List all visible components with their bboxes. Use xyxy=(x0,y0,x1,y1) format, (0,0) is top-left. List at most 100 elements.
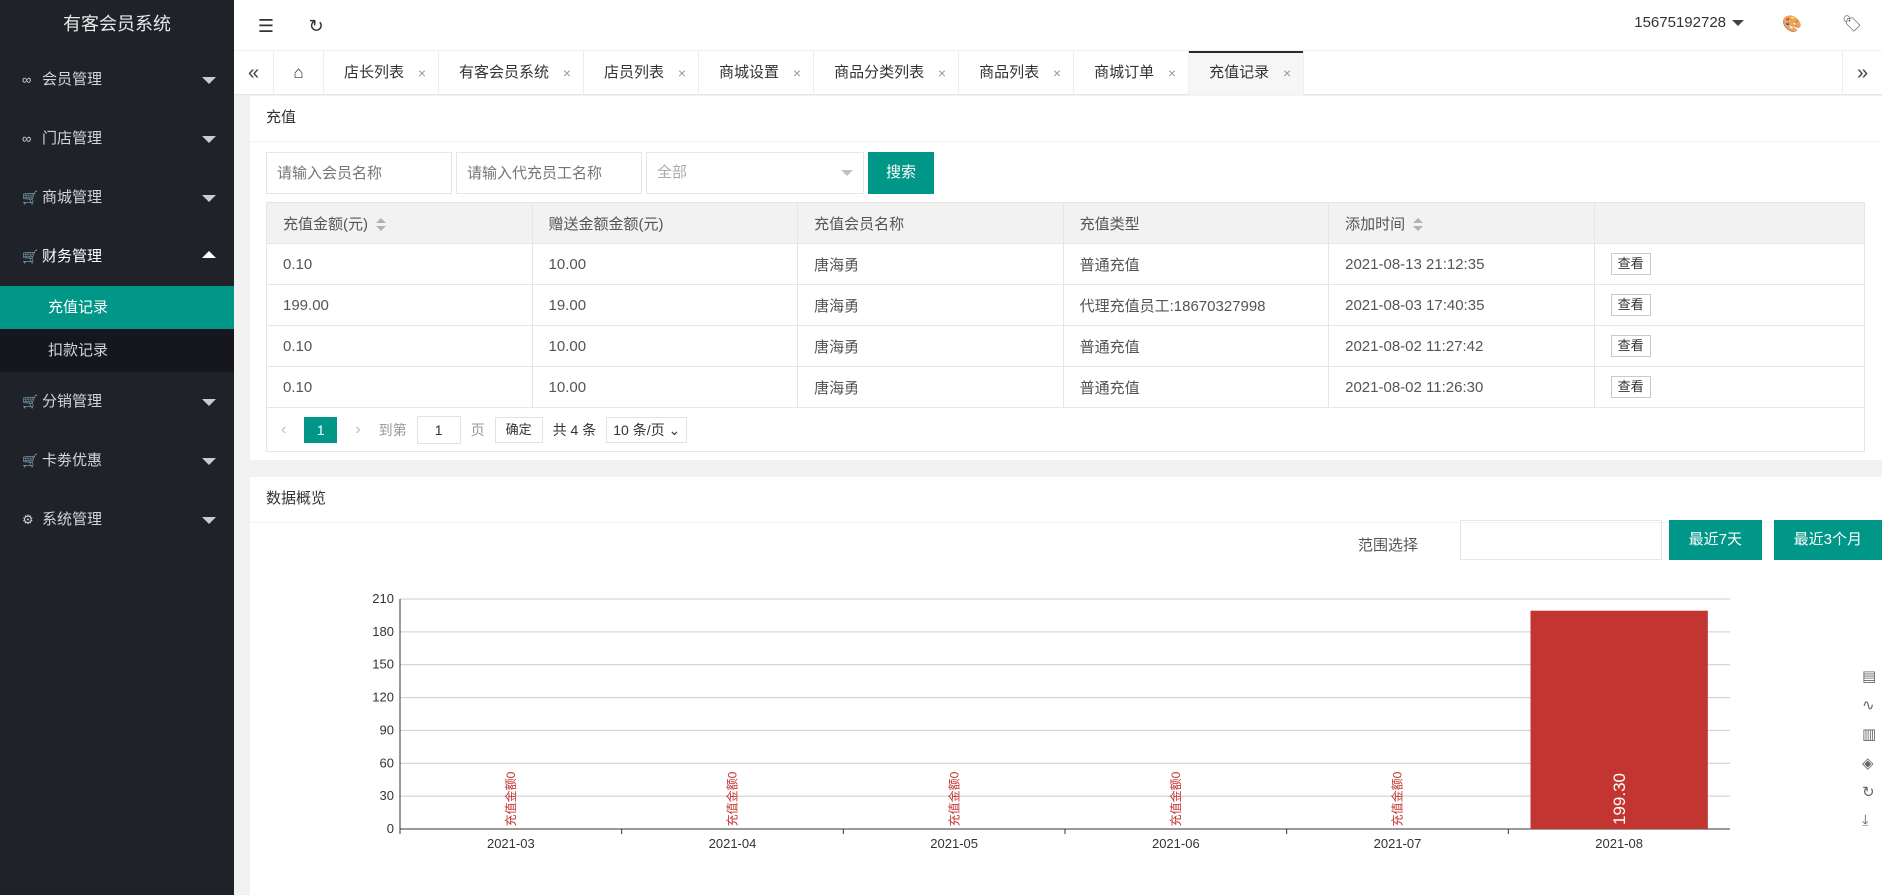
tab-label: 有客会员系统 xyxy=(459,64,550,81)
user-menu[interactable]: 15675192728 xyxy=(1634,14,1744,31)
tab-4[interactable]: 商品分类列表 × xyxy=(814,51,960,95)
sidebar-item-6[interactable]: ⚙ 系统管理 xyxy=(0,490,234,549)
tab-0[interactable]: 店长列表 × xyxy=(324,51,440,95)
sidebar-submenu: 充值记录 扣款记录 xyxy=(0,286,234,372)
tab-2[interactable]: 店员列表 × xyxy=(584,51,700,95)
sidebar-item-1[interactable]: ∞ 门店管理 xyxy=(0,109,234,168)
tab-7[interactable]: 充值记录 × xyxy=(1189,51,1305,95)
goto-confirm-button[interactable]: 确定 xyxy=(494,416,543,443)
chevron-up-icon xyxy=(202,251,216,258)
tab-1[interactable]: 有客会员系统 × xyxy=(439,51,585,95)
page-size-select[interactable]: 10 条/页 ⌄ xyxy=(606,416,688,443)
tabs-scroll-left-icon[interactable]: « xyxy=(234,51,274,95)
bar-data-label: 充值金额0 xyxy=(1168,771,1183,826)
table-row: 0.10 10.00 唐海勇 普通充值 2021-08-02 11:26:30 查看 xyxy=(266,366,1866,408)
recharge-table: 充值金额(元) 赠送金额金额(元) 充值会员名称 充值类型 添加时间 0.10 10.00… xyxy=(266,202,1866,408)
sidebar-subitem-0[interactable]: 充值记录 xyxy=(0,286,234,329)
tab-label: 商品分类列表 xyxy=(834,64,925,81)
chart-toolbox: ▤ ∿ ▥ ◈ ↻ ⤓ xyxy=(1862,667,1882,841)
line-chart-icon[interactable]: ∿ xyxy=(1862,696,1882,725)
column-header-label: 赠送金额金额(元) xyxy=(548,215,664,233)
sort-icon[interactable] xyxy=(376,217,386,232)
last-3-months-button[interactable]: 最近3个月 xyxy=(1773,520,1882,560)
stack-icon[interactable]: ◈ xyxy=(1862,754,1882,783)
close-icon[interactable]: × xyxy=(793,51,801,95)
x-tick-label: 2021-07 xyxy=(1374,836,1422,851)
cart-icon: 🛒 xyxy=(22,190,39,205)
sidebar: 有客会员系统 ∞ 会员管理 ∞ 门店管理 🛒 商城管理 🛒 财务管理 充值记录 扣款记录 🛒 分销管理… xyxy=(0,0,234,895)
recharge-type-select[interactable]: 全部 xyxy=(646,152,864,194)
sidebar-item-4[interactable]: 🛒 分销管理 xyxy=(0,372,234,431)
x-tick-label: 2021-04 xyxy=(709,836,757,851)
goto-page-input[interactable]: 1 xyxy=(416,415,461,444)
overview-card: 数据概览 范围选择 最近7天 最近3个月 0 30 60 90 120 150 180 210… xyxy=(250,477,1882,895)
sidebar-item-label: 财务管理 xyxy=(42,248,103,265)
data-view-icon[interactable]: ▤ xyxy=(1862,667,1882,696)
pagination: ‹ 1 › 到第 1 页 确定 共 4 条 10 条/页 ⌄ xyxy=(266,408,1865,452)
current-page[interactable]: 1 xyxy=(304,416,338,443)
column-header-0[interactable]: 充值金额(元) xyxy=(266,202,533,244)
y-tick-label: 30 xyxy=(380,788,394,803)
bar-chart-icon[interactable]: ▥ xyxy=(1862,725,1882,754)
x-tick-label: 2021-06 xyxy=(1152,836,1200,851)
next-page-icon[interactable]: › xyxy=(355,421,360,439)
prev-page-icon[interactable]: ‹ xyxy=(281,421,286,439)
column-header-4[interactable]: 添加时间 xyxy=(1328,202,1595,244)
sidebar-menu: ∞ 会员管理 ∞ 门店管理 🛒 商城管理 🛒 财务管理 充值记录 扣款记录 🛒 分销管理 🛒 卡劵优惠 ⚙ 系… xyxy=(0,50,234,549)
sidebar-item-2[interactable]: 🛒 商城管理 xyxy=(0,168,234,227)
sidebar-item-3[interactable]: 🛒 财务管理 xyxy=(0,227,234,286)
sidebar-item-5[interactable]: 🛒 卡劵优惠 xyxy=(0,431,234,490)
column-header-1: 赠送金额金额(元) xyxy=(531,202,799,244)
table-cell: 查看 xyxy=(1593,366,1866,408)
close-icon[interactable]: × xyxy=(418,51,426,95)
chevron-down-icon xyxy=(202,136,216,143)
table-cell: 10.00 xyxy=(531,366,799,408)
sidebar-item-label: 商城管理 xyxy=(42,189,103,206)
member-name-input[interactable] xyxy=(266,152,452,194)
tab-3[interactable]: 商城设置 × xyxy=(699,51,815,95)
home-icon: ⌂ xyxy=(293,63,304,82)
column-header-label: 充值类型 xyxy=(1079,215,1140,233)
link-icon: ∞ xyxy=(22,131,32,146)
table-cell: 2021-08-13 21:12:35 xyxy=(1328,243,1595,285)
y-tick-label: 60 xyxy=(380,755,394,770)
close-icon[interactable]: × xyxy=(938,51,946,95)
close-icon[interactable]: × xyxy=(1168,51,1176,95)
chevron-down-icon xyxy=(202,195,216,202)
restore-icon[interactable]: ↻ xyxy=(1862,783,1882,812)
view-button[interactable]: 查看 xyxy=(1610,253,1651,275)
table-body: 0.10 10.00 唐海勇 普通充值 2021-08-13 21:12:35 查看 199… xyxy=(266,243,1866,408)
close-icon[interactable]: × xyxy=(1283,51,1291,95)
tab-label: 店员列表 xyxy=(604,64,665,81)
view-button[interactable]: 查看 xyxy=(1610,335,1651,357)
tabs-scroll-right-icon[interactable]: » xyxy=(1842,51,1882,95)
search-button[interactable]: 搜索 xyxy=(868,152,935,194)
total-count: 共 4 条 xyxy=(552,421,597,438)
gear-icon: ⚙ xyxy=(22,512,34,527)
tag-icon[interactable]: 🏷 xyxy=(1842,14,1862,34)
close-icon[interactable]: × xyxy=(678,51,686,95)
sort-icon[interactable] xyxy=(1413,217,1424,232)
tab-home[interactable]: ⌂ xyxy=(274,51,324,95)
last-7-days-button[interactable]: 最近7天 xyxy=(1668,520,1762,560)
view-button[interactable]: 查看 xyxy=(1610,376,1651,398)
download-icon[interactable]: ⤓ xyxy=(1862,812,1882,841)
tab-6[interactable]: 商城订单 × xyxy=(1074,51,1190,95)
view-button[interactable]: 查看 xyxy=(1610,294,1651,316)
theme-palette-icon[interactable]: 🎨 xyxy=(1782,14,1802,34)
chevron-down-icon xyxy=(1732,20,1744,27)
table-cell: 0.10 xyxy=(266,325,533,367)
sidebar-item-0[interactable]: ∞ 会员管理 xyxy=(0,50,234,109)
y-tick-label: 0 xyxy=(387,821,394,836)
close-icon[interactable]: × xyxy=(563,51,571,95)
date-range-input[interactable] xyxy=(1460,520,1662,560)
sidebar-subitem-1[interactable]: 扣款记录 xyxy=(0,329,234,372)
tab-5[interactable]: 商品列表 × xyxy=(959,51,1075,95)
collapse-menu-icon[interactable]: ☰ xyxy=(252,12,280,40)
refresh-icon[interactable]: ↻ xyxy=(302,12,330,40)
page-tabs-bar: « ⌂ 店长列表 × 有客会员系统 × 店员列表 × 商城设置 × 商品分类列表 × 商品列表 × 商城… xyxy=(234,51,1882,95)
close-icon[interactable]: × xyxy=(1053,51,1061,95)
staff-name-input[interactable] xyxy=(456,152,642,194)
cart-icon: 🛒 xyxy=(22,453,39,468)
bar-data-label: 199.30 xyxy=(1610,773,1629,825)
